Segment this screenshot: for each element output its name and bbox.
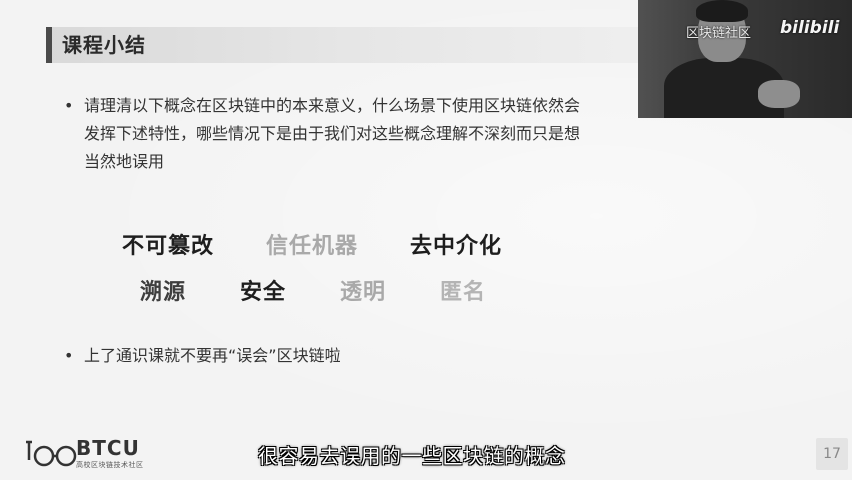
presenter-hair — [696, 0, 748, 22]
bullet-item: • 上了通识课就不要再“误会”区块链啦 — [64, 342, 584, 370]
keyword-security: 安全 — [240, 280, 287, 305]
bullet-dot-icon: • — [64, 346, 74, 365]
slide-title: 课程小结 — [62, 33, 146, 57]
keyword-traceability: 溯源 — [140, 280, 187, 305]
video-subtitle: 很容易去误用的一些区块链的概念 — [258, 444, 566, 468]
watermark-text: 区块链社区 — [686, 26, 752, 41]
title-accent-bar — [46, 27, 52, 63]
presenter-hand — [758, 80, 800, 108]
logo-text: BTCU — [76, 436, 140, 460]
keyword-transparency: 透明 — [340, 280, 387, 305]
bullet-item: • 请理清以下概念在区块链中的本来意义，什么场景下使用区块链依然会发挥下述特性，… — [64, 92, 584, 176]
bullet-text: 上了通识课就不要再“误会”区块链啦 — [84, 346, 341, 365]
keyword-disintermediation: 去中介化 — [410, 234, 503, 259]
keyword-anonymity: 匿名 — [440, 280, 487, 305]
bilibili-logo-icon: bilibili — [780, 18, 840, 38]
bullet-text: 请理清以下概念在区块链中的本来意义，什么场景下使用区块链依然会发挥下述特性，哪些… — [84, 96, 581, 171]
bullet-dot-icon: • — [64, 96, 74, 115]
logo-subtext: 高校区块链技术社区 — [76, 461, 144, 469]
page-number: 17 — [816, 438, 848, 470]
keyword-immutable: 不可篡改 — [122, 234, 215, 259]
keyword-trust-machine: 信任机器 — [266, 234, 359, 259]
